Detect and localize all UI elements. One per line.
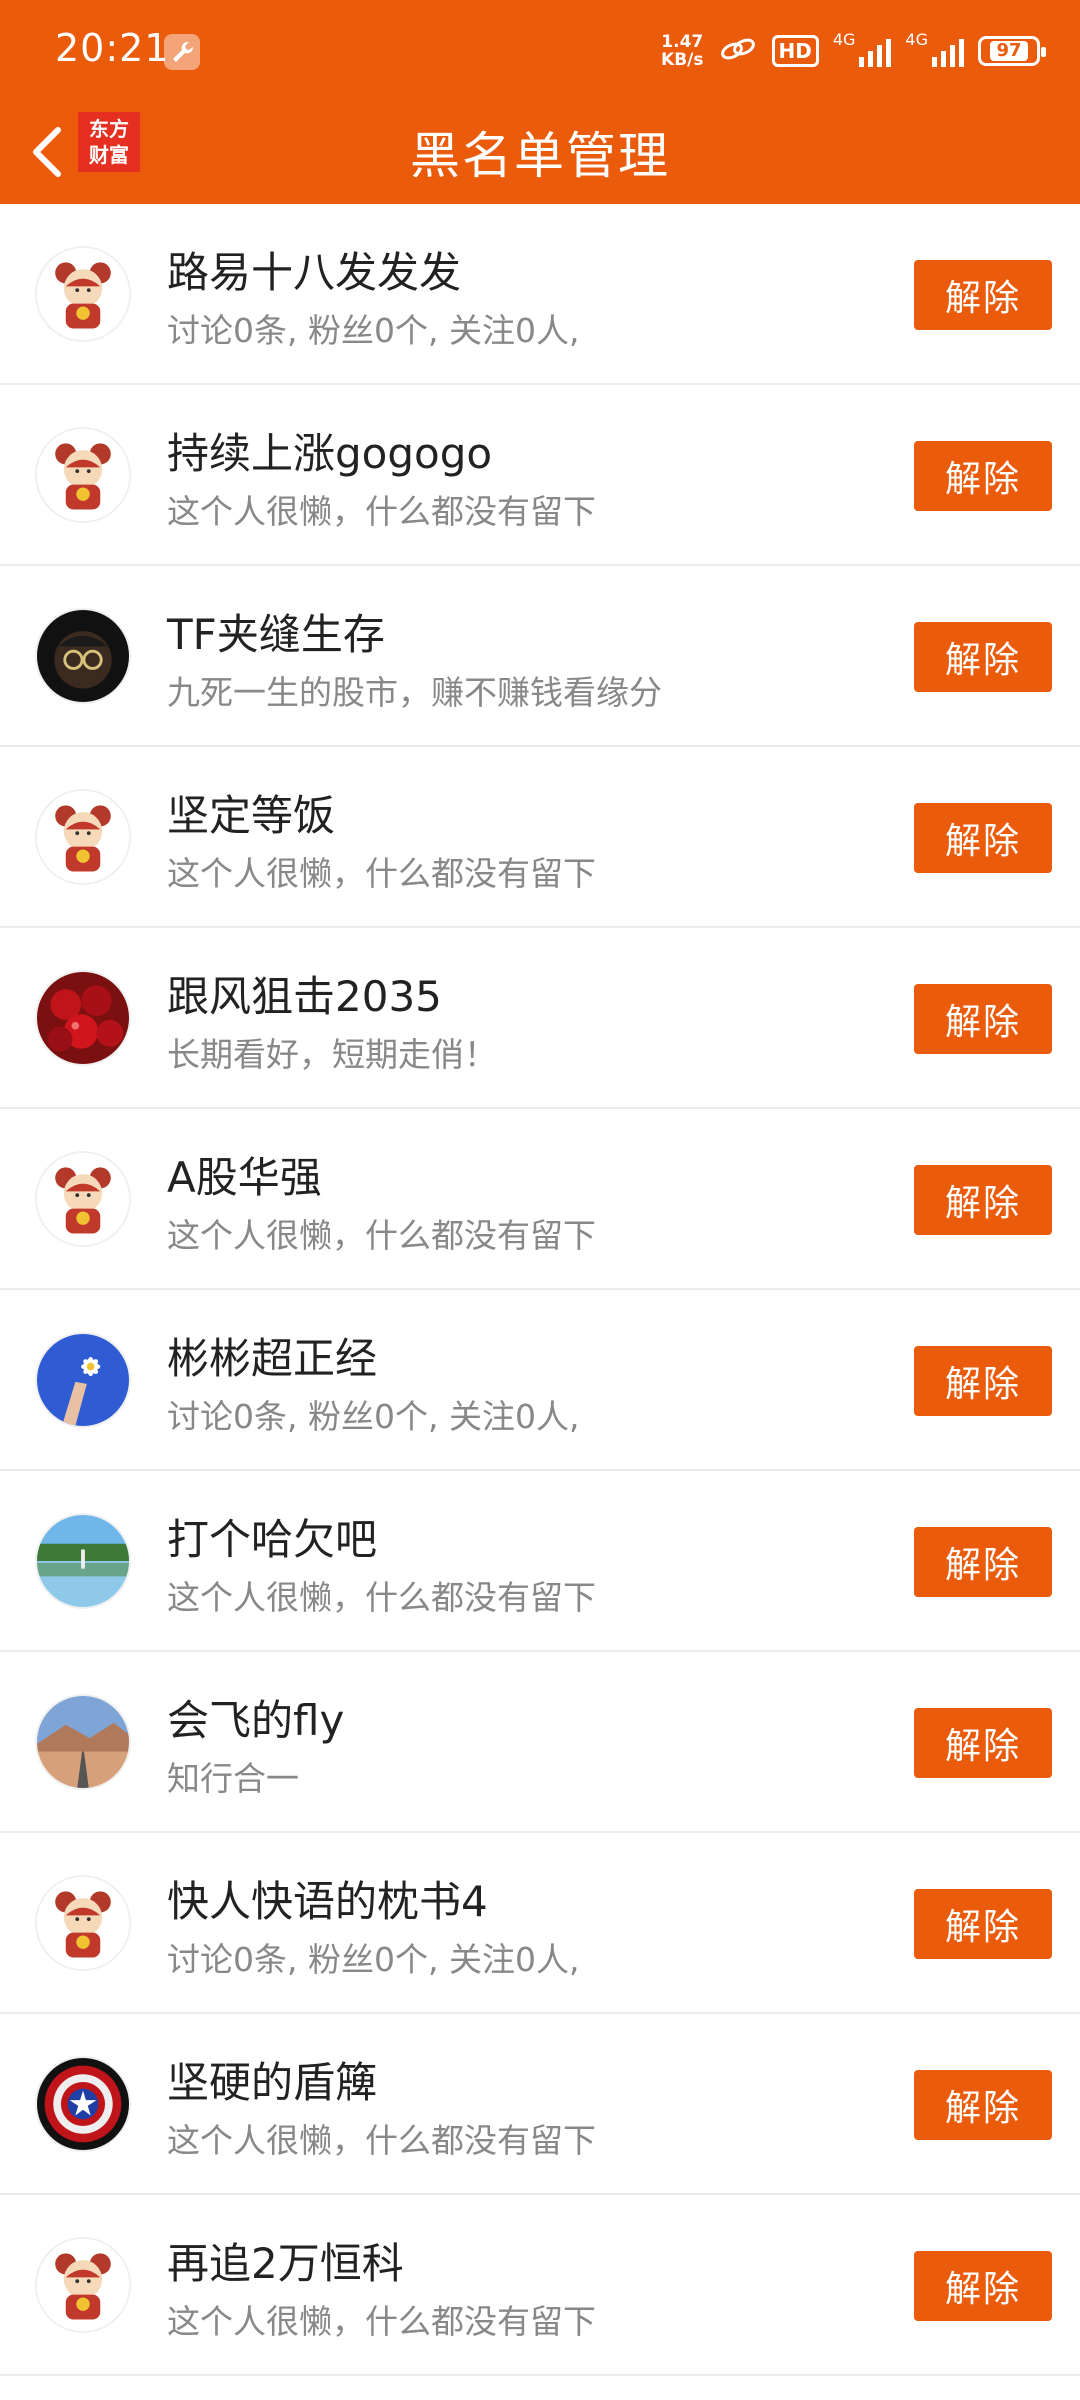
list-item[interactable]: 跟风狙击2035 长期看好，短期走俏！ 解除 [0, 928, 1080, 1109]
unblock-button[interactable]: 解除 [914, 441, 1052, 511]
battery-icon: 97 [978, 36, 1046, 66]
avatar[interactable] [35, 2056, 131, 2152]
unblock-button[interactable]: 解除 [914, 2070, 1052, 2140]
user-bio: 这个人很懒，什么都没有留下 [167, 1216, 596, 1255]
list-item[interactable]: A股华强这个人很懒，什么都没有留下 解除 [0, 1109, 1080, 1290]
user-name: 坚硬的盾簰 [167, 2058, 378, 2107]
network-speed: 1.47 KB/s [661, 32, 704, 70]
list-item[interactable]: 会飞的fly 知行合一 解除 [0, 1652, 1080, 1833]
app-header: 20:21 1.47 KB/s HD 4G 4G 97 东方 财富 黑名单管理 [0, 0, 1080, 204]
user-name: 持续上涨gogogo [167, 429, 493, 478]
list-item[interactable]: 持续上涨gogogo 这个人很懒，什么都没有留下 解除 [0, 385, 1080, 566]
unblock-button[interactable]: 解除 [914, 1708, 1052, 1778]
unblock-button[interactable]: 解除 [914, 803, 1052, 873]
user-bio: 这个人很懒，什么都没有留下 [167, 2121, 596, 2160]
list-item[interactable]: 坚硬的盾簰这个人很懒，什么都没有留下 解除 [0, 2014, 1080, 2195]
unblock-button[interactable]: 解除 [914, 1165, 1052, 1235]
user-bio: 这个人很懒，什么都没有留下 [167, 1578, 596, 1617]
avatar[interactable] [35, 608, 131, 704]
list-item[interactable]: TF夹缝生存九死一生的股市，赚不赚钱看缘分 解除 [0, 566, 1080, 747]
nav-bar: 东方 财富 黑名单管理 [0, 100, 1080, 204]
list-item[interactable]: 再追2万恒科这个人很懒，什么都没有留下 解除 [0, 2195, 1080, 2376]
avatar[interactable] [35, 1694, 131, 1790]
user-name: 路易十八发发发 [167, 248, 462, 297]
user-name: 会飞的fly [167, 1696, 345, 1745]
list-item[interactable]: 彬彬超正经讨论0条, 粉丝0个, 关注0人, 解除 [0, 1290, 1080, 1471]
unblock-button[interactable]: 解除 [914, 2251, 1052, 2321]
user-bio: 这个人很懒，什么都没有留下 [167, 2302, 596, 2341]
avatar[interactable] [35, 2237, 131, 2333]
unblock-button[interactable]: 解除 [914, 984, 1052, 1054]
wrench-icon [164, 34, 200, 70]
status-time: 20:21 [55, 26, 170, 70]
user-bio: 讨论0条, 粉丝0个, 关注0人, [167, 1940, 580, 1979]
hd-voice-badge: HD [771, 35, 819, 67]
network-type-label: 4G [832, 30, 856, 49]
list-item[interactable]: 打个哈欠吧这个人很懒，什么都没有留下 解除 [0, 1471, 1080, 1652]
user-name: TF夹缝生存 [167, 610, 385, 659]
user-name: 彬彬超正经 [167, 1334, 378, 1383]
unblock-button[interactable]: 解除 [914, 1527, 1052, 1597]
avatar[interactable] [35, 970, 131, 1066]
user-name: 打个哈欠吧 [167, 1515, 378, 1564]
status-bar: 20:21 1.47 KB/s HD 4G 4G 97 [0, 0, 1080, 100]
avatar[interactable] [35, 246, 131, 342]
avatar[interactable] [35, 1513, 131, 1609]
network-type-label-2: 4G [905, 30, 928, 49]
link-icon [718, 34, 758, 68]
user-name: 跟风狙击2035 [167, 972, 442, 1021]
unblock-button[interactable]: 解除 [914, 1889, 1052, 1959]
user-name: 快人快语的枕书4 [167, 1877, 488, 1926]
list-item[interactable]: 路易十八发发发讨论0条, 粉丝0个, 关注0人, 解除 [0, 204, 1080, 385]
user-bio: 知行合一 [167, 1759, 299, 1798]
user-bio: 这个人很懒，什么都没有留下 [167, 492, 596, 531]
avatar[interactable] [35, 1151, 131, 1247]
avatar[interactable] [35, 789, 131, 885]
page-title: 黑名单管理 [410, 127, 670, 185]
avatar[interactable] [35, 1332, 131, 1428]
user-bio: 长期看好，短期走俏！ [167, 1035, 497, 1074]
user-bio: 讨论0条, 粉丝0个, 关注0人, [167, 311, 580, 350]
list-item[interactable]: 坚定等饭这个人很懒，什么都没有留下 解除 [0, 747, 1080, 928]
avatar[interactable] [35, 427, 131, 523]
user-name: 再追2万恒科 [167, 2239, 404, 2288]
status-icons: 1.47 KB/s HD 4G 4G 97 [661, 30, 1046, 72]
user-name: 坚定等饭 [167, 791, 336, 840]
unblock-button[interactable]: 解除 [914, 622, 1052, 692]
signal-icon [859, 35, 892, 67]
user-bio: 这个人很懒，什么都没有留下 [167, 854, 596, 893]
blacklist: 路易十八发发发 讨论0条, 粉丝0个, 关注0人, 解除 持续上涨gogogo 这个人很… [0, 204, 1080, 2376]
list-item[interactable]: 快人快语的枕书4 讨论0条, 粉丝0个, 关注0人, 解除 [0, 1833, 1080, 2014]
avatar[interactable] [35, 1875, 131, 1971]
user-bio: 九死一生的股市，赚不赚钱看缘分 [167, 673, 662, 712]
user-bio: 讨论0条, 粉丝0个, 关注0人, [167, 1397, 580, 1436]
unblock-button[interactable]: 解除 [914, 1346, 1052, 1416]
signal-icon-2 [932, 35, 964, 67]
user-name: A股华强 [167, 1153, 322, 1202]
unblock-button[interactable]: 解除 [914, 260, 1052, 330]
